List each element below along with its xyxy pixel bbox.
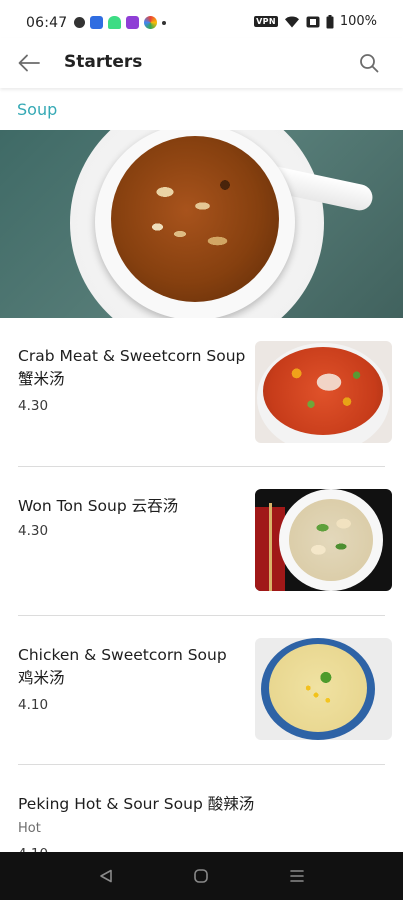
settings-notification-icon: [74, 17, 85, 28]
item-image: [255, 638, 392, 740]
menu-lines-icon: [290, 870, 304, 882]
purple-app-notification-icon: [126, 16, 139, 29]
item-price: 4.10: [18, 697, 49, 713]
wifi-icon: [284, 15, 300, 28]
menu-item-won-ton-soup[interactable]: Won Ton Soup 云吞汤 4.30: [0, 467, 403, 614]
search-button[interactable]: [355, 49, 383, 77]
circle-home-icon: [194, 869, 208, 883]
system-status-icons: VPN 100%: [254, 14, 377, 29]
menu-item-crab-meat-sweetcorn-soup[interactable]: Crab Meat & Sweetcorn Soup 蟹米汤 4.30: [0, 318, 403, 466]
nav-home-button[interactable]: [190, 866, 212, 886]
nav-back-button[interactable]: [95, 866, 117, 886]
app-screen: 06:47 VPN 100% Starters Soup Crab Meat &…: [0, 0, 403, 900]
battery-percent: 100%: [339, 14, 377, 29]
item-image: [255, 489, 392, 591]
menu-item-chicken-sweetcorn-soup[interactable]: Chicken & Sweetcorn Soup 鸡米汤 4.10: [0, 616, 403, 764]
search-icon: [360, 54, 379, 73]
section-hero-image: [0, 130, 403, 318]
menu-item-peking-hot-sour-soup[interactable]: Peking Hot & Sour Soup 酸辣汤 Hot 4.10: [0, 765, 403, 865]
app-bar: Starters: [0, 38, 403, 88]
arrow-left-icon: [18, 54, 40, 72]
item-name: Chicken & Sweetcorn Soup 鸡米汤: [18, 646, 227, 687]
section-title: Soup: [17, 100, 58, 119]
more-notifications-icon: [162, 20, 166, 25]
system-navigation-bar: [0, 852, 403, 900]
item-price: 4.30: [18, 398, 49, 414]
item-image: [255, 341, 392, 443]
page-title: Starters: [64, 52, 143, 72]
item-name: Won Ton Soup 云吞汤: [18, 497, 179, 515]
photos-notification-icon: [144, 16, 157, 29]
notification-icons: [74, 16, 166, 29]
item-name: Crab Meat & Sweetcorn Soup 蟹米汤: [18, 347, 246, 388]
status-time: 06:47: [26, 15, 68, 31]
hero-soup-ingredients: [120, 150, 270, 290]
item-name: Peking Hot & Sour Soup 酸辣汤: [18, 795, 255, 813]
battery-icon: [326, 14, 334, 29]
item-tag: Hot: [18, 821, 41, 836]
app-notification-icon: [90, 16, 103, 29]
vpn-icon: VPN: [254, 16, 278, 27]
sim-icon: [306, 16, 320, 28]
back-button[interactable]: [14, 49, 44, 77]
triangle-back-icon: [100, 869, 112, 883]
android-notification-icon: [108, 16, 121, 29]
nav-recents-button[interactable]: [286, 866, 308, 886]
item-price: 4.30: [18, 523, 49, 539]
